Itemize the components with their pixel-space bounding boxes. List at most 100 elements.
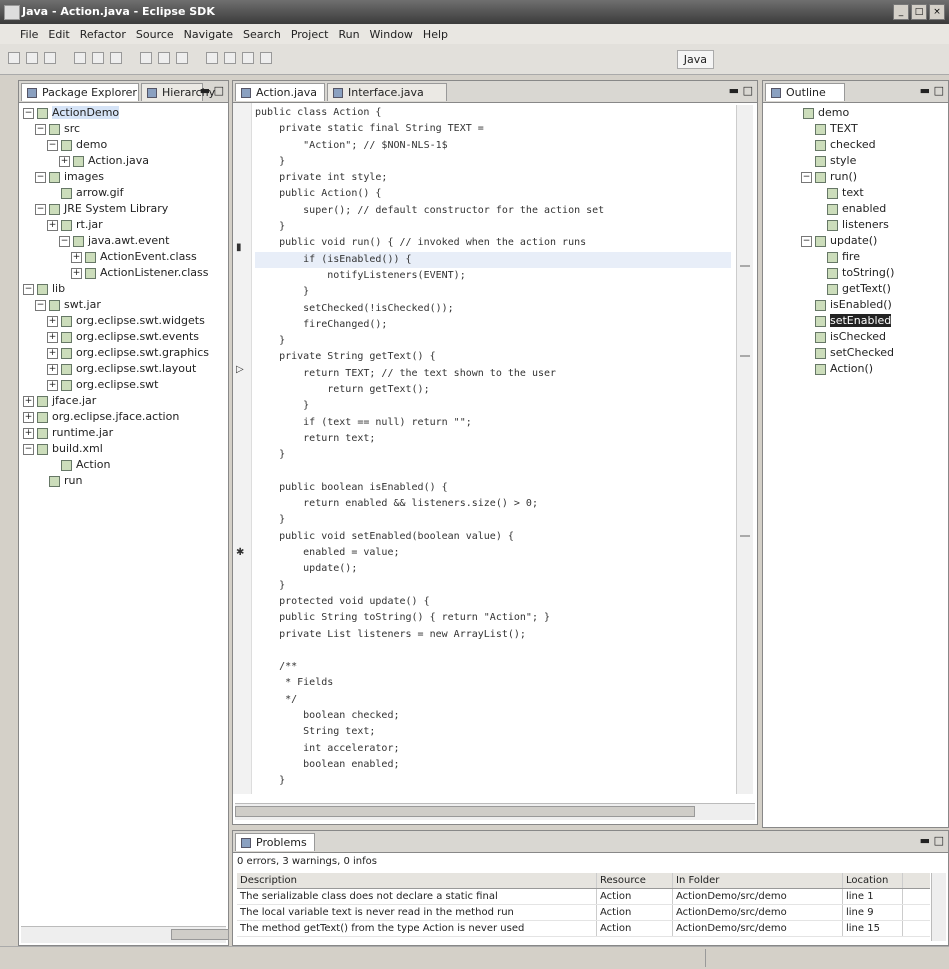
next-annotation-icon[interactable] [224,52,236,64]
code-line[interactable]: } [255,398,731,414]
code-line[interactable]: if (isEnabled()) { [255,251,731,268]
code-line[interactable]: private int style; [255,170,731,186]
tree-item[interactable]: toString() [789,265,944,281]
code-line[interactable]: enabled = value; [255,545,731,561]
expand-icon[interactable]: + [23,427,34,439]
tree-item[interactable]: − JRE System Library [23,201,224,217]
code-line[interactable]: fireChanged(); [255,317,731,333]
tree-item[interactable]: + org.eclipse.swt [23,377,224,393]
code-line[interactable]: } [255,154,731,170]
tree-item[interactable]: listeners [789,217,944,233]
code-line[interactable]: private static final String TEXT = [255,121,731,137]
code-line[interactable]: protected void update() { [255,594,731,610]
problems-scrollbar[interactable] [931,873,946,941]
print-icon[interactable] [44,52,56,64]
code-line[interactable] [255,464,731,480]
tab-hierarchy[interactable]: Hierarchy [141,83,215,101]
code-line[interactable]: } [255,773,731,789]
code-line[interactable]: return TEXT; // the text shown to the us… [255,366,731,382]
tree-item[interactable]: + ActionEvent.class [23,249,224,265]
code-line[interactable]: public void setEnabled(boolean value) { [255,529,731,545]
code-line[interactable]: } [255,219,731,235]
open-type-icon[interactable] [176,52,188,64]
expand-icon[interactable]: + [47,347,58,359]
minimize-button[interactable]: _ [893,4,909,20]
code-line[interactable]: public String toString() { return "Actio… [255,610,731,626]
tree-item[interactable]: + Action.java [23,153,224,169]
tree-item[interactable]: style [789,153,944,169]
column-header[interactable]: In Folder [673,873,843,888]
tab-action-java[interactable]: Action.java [235,83,325,101]
tree-item[interactable]: isEnabled() [789,297,944,313]
code-line[interactable]: setChecked(!isChecked()); [255,301,731,317]
expand-icon[interactable]: + [23,395,34,407]
tree-item[interactable]: + org.eclipse.jface.action [23,409,224,425]
minimize-view-icon[interactable]: ▬ [920,834,930,847]
column-header[interactable]: Location [843,873,903,888]
tab-interface-java[interactable]: Interface.java [327,83,447,101]
code-line[interactable]: } [255,333,731,349]
code-line[interactable]: public class Action { [255,105,731,121]
tree-item[interactable]: − run() [789,169,944,185]
code-line[interactable]: "Action"; // $NON-NLS-1$ [255,138,731,154]
save-icon[interactable] [26,52,38,64]
maximize-view-icon[interactable]: □ [934,834,944,847]
collapse-icon[interactable]: − [23,107,34,119]
tree-item[interactable]: + jface.jar [23,393,224,409]
run-icon[interactable] [92,52,104,64]
forward-icon[interactable] [260,52,272,64]
code-line[interactable]: String text; [255,724,731,740]
menu-item[interactable]: Navigate [184,28,233,41]
code-line[interactable]: return text; [255,431,731,447]
tree-item[interactable]: TEXT [789,121,944,137]
expand-icon[interactable]: + [47,219,58,231]
column-header[interactable]: Resource [597,873,673,888]
collapse-icon[interactable]: − [35,299,46,311]
code-line[interactable]: public Action() { [255,186,731,202]
code-line[interactable]: } [255,512,731,528]
tree-item[interactable]: + org.eclipse.swt.graphics [23,345,224,361]
expand-icon[interactable]: + [47,315,58,327]
tree-item[interactable]: + runtime.jar [23,425,224,441]
tab-problems[interactable]: Problems [235,833,315,851]
collapse-icon[interactable]: − [35,171,46,183]
close-button[interactable]: × [929,4,945,20]
menu-item[interactable]: Help [423,28,448,41]
code-line[interactable]: return enabled && listeners.size() > 0; [255,496,731,512]
new-icon[interactable] [8,52,20,64]
collapse-icon[interactable]: − [801,171,812,183]
expand-icon[interactable]: + [47,379,58,391]
column-header[interactable]: Description [237,873,597,888]
scrollbar-thumb[interactable] [235,806,695,817]
horizontal-scrollbar[interactable] [21,926,229,943]
back-icon[interactable] [242,52,254,64]
tree-item[interactable]: − ActionDemo [23,105,224,121]
editor-horizontal-scrollbar[interactable] [235,803,755,820]
tree-item[interactable]: − java.awt.event [23,233,224,249]
maximize-view-icon[interactable]: □ [214,84,224,97]
tree-item[interactable]: + ActionListener.class [23,265,224,281]
collapse-icon[interactable]: − [47,139,58,151]
code-line[interactable]: update(); [255,561,731,577]
table-row[interactable]: The method getText() from the type Actio… [237,921,930,937]
tree-item[interactable]: setChecked [789,345,944,361]
code-line[interactable]: */ [255,692,731,708]
menu-item[interactable]: Window [370,28,413,41]
code-line[interactable]: notifyListeners(EVENT); [255,268,731,284]
menu-item[interactable]: Search [243,28,281,41]
code-line[interactable]: boolean enabled; [255,757,731,773]
code-line[interactable] [255,643,731,659]
tree-item[interactable]: arrow.gif [23,185,224,201]
tab-outline[interactable]: Outline [765,83,845,101]
search-icon[interactable] [206,52,218,64]
code-line[interactable]: private List listeners = new ArrayList()… [255,627,731,643]
new-class-icon[interactable] [158,52,170,64]
tree-item[interactable]: text [789,185,944,201]
tree-item[interactable]: demo [789,105,944,121]
tree-item[interactable]: − update() [789,233,944,249]
vertical-ruler[interactable]: ▮ ▷ ✱ [233,103,252,794]
tree-item[interactable]: checked [789,137,944,153]
collapse-icon[interactable]: − [801,235,812,247]
code-line[interactable]: public void run() { // invoked when the … [255,235,731,251]
code-line[interactable]: if (text == null) return ""; [255,415,731,431]
